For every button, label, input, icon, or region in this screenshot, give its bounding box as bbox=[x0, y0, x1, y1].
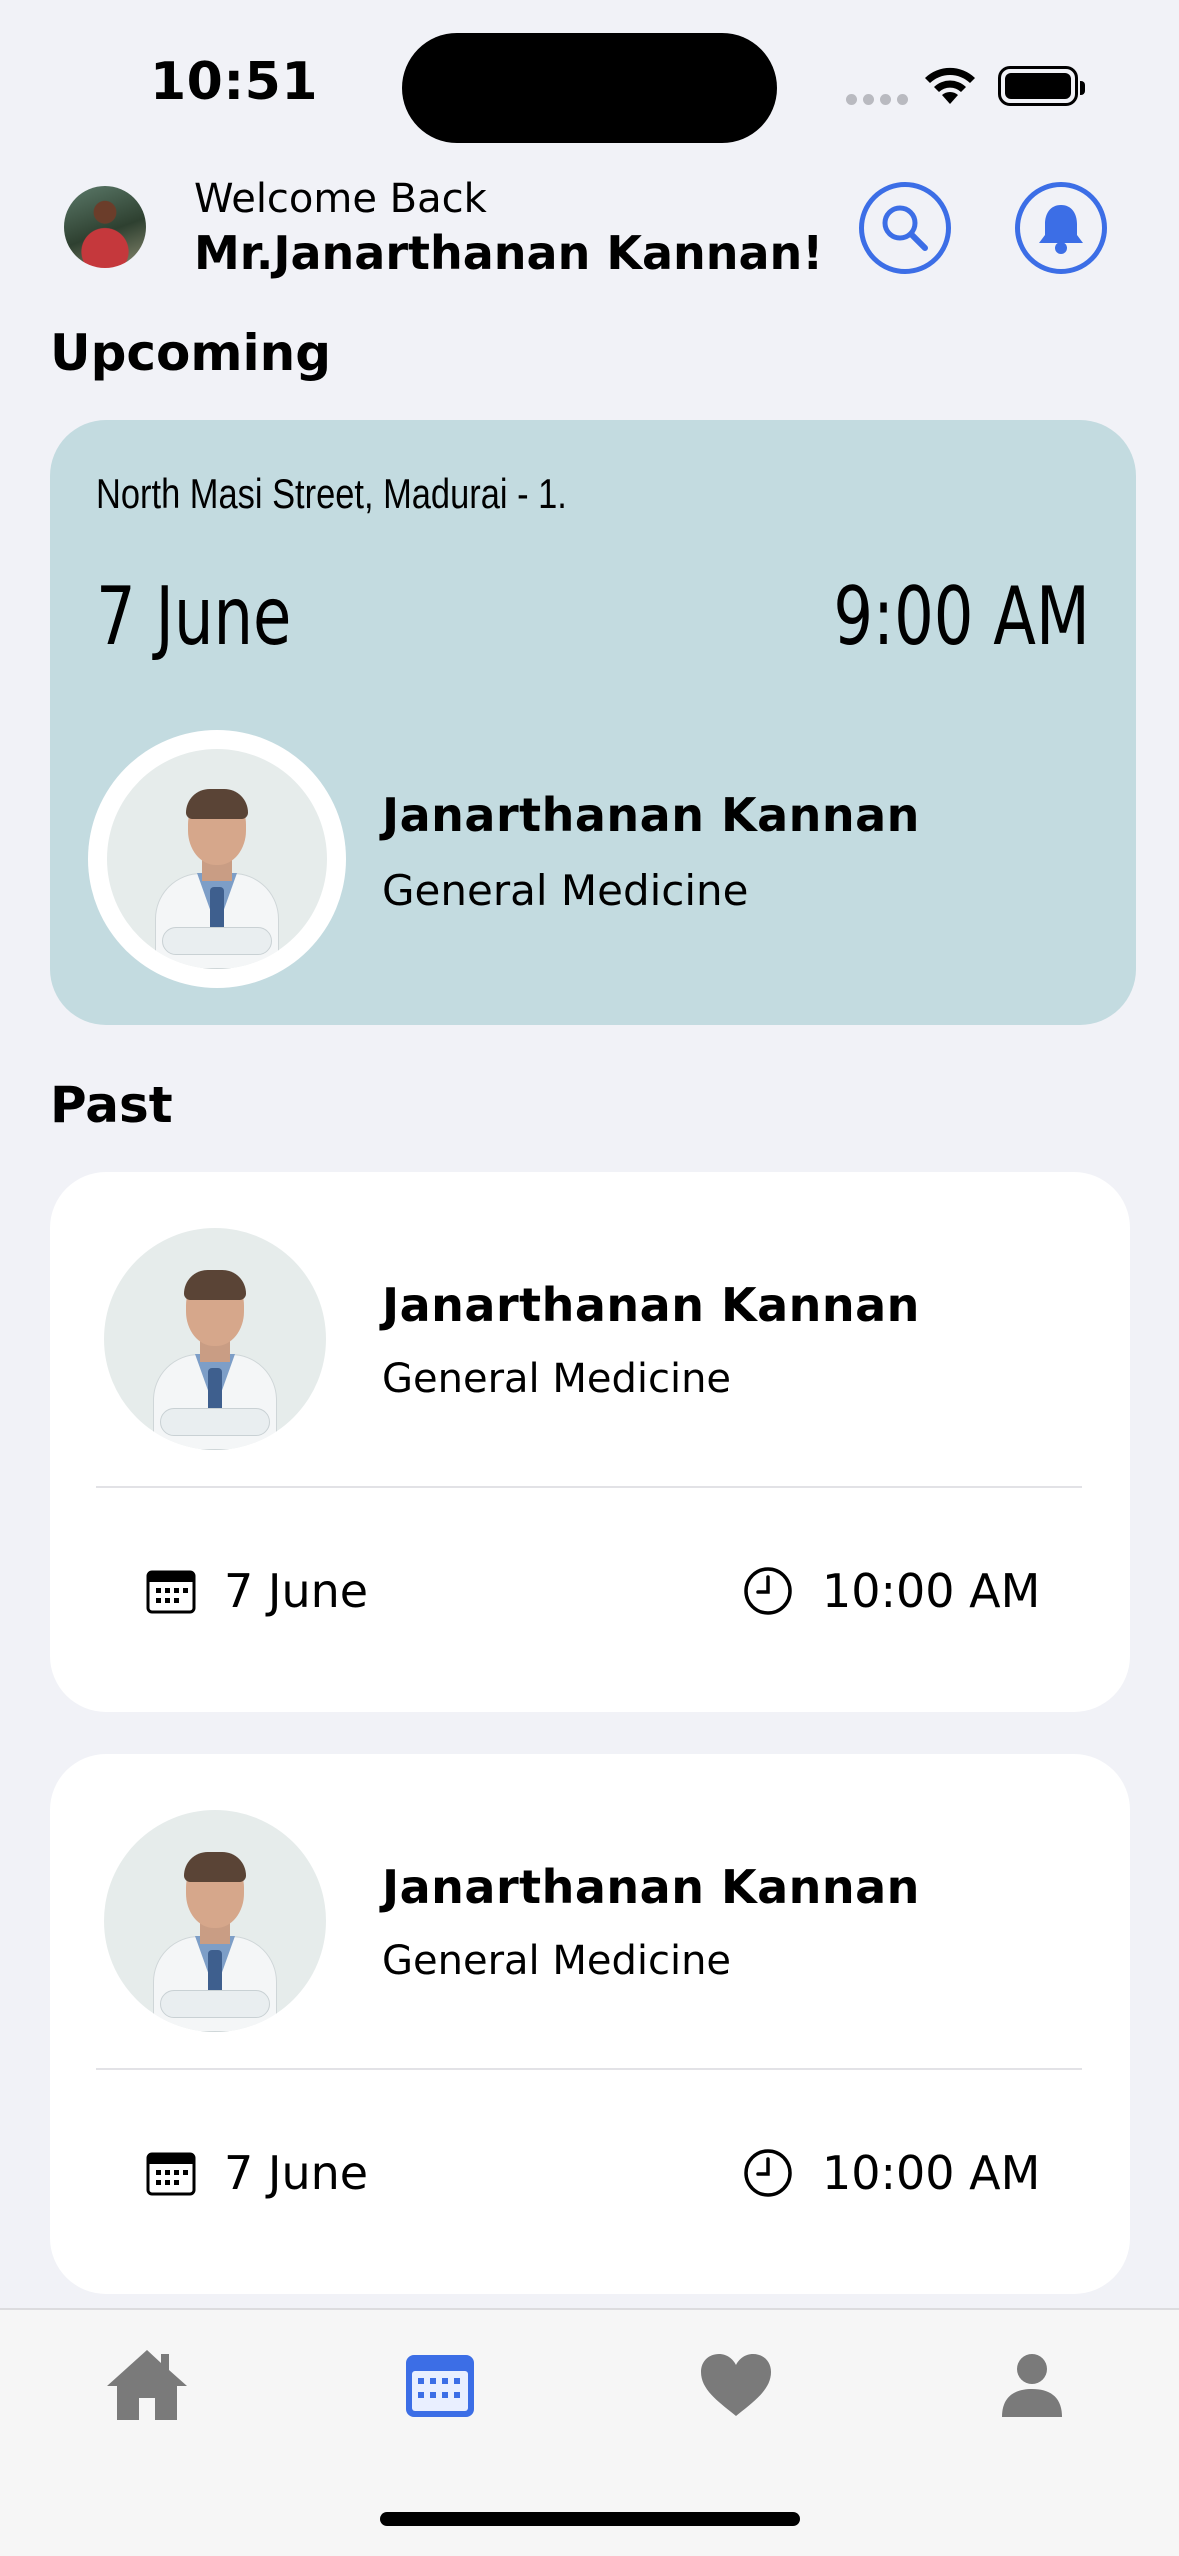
doctor-name: Janarthanan Kannan bbox=[382, 1278, 920, 1332]
dynamic-island bbox=[402, 33, 777, 143]
wifi-icon bbox=[925, 67, 975, 104]
welcome-label: Welcome Back bbox=[194, 176, 487, 222]
appointments-screen: 10:51 Welcome Back Mr.Janarthanan Kannan… bbox=[0, 0, 1179, 2556]
doctor-name: Janarthanan Kannan bbox=[382, 788, 920, 842]
past-appointment-card[interactable]: Janarthanan Kannan General Medicine 7 Ju… bbox=[50, 1172, 1130, 1712]
appointment-date-row: 7 June bbox=[146, 1564, 368, 1618]
divider bbox=[96, 1486, 1082, 1488]
user-avatar[interactable] bbox=[64, 186, 146, 268]
battery-icon bbox=[998, 66, 1085, 106]
profile-icon bbox=[1002, 2354, 1062, 2417]
tab-home[interactable] bbox=[92, 2330, 202, 2440]
calendar-icon bbox=[406, 2355, 474, 2417]
doctor-specialty: General Medicine bbox=[382, 1356, 732, 1402]
appointment-time: 10:00 AM bbox=[822, 1564, 1041, 1618]
appointment-date: 7 June bbox=[96, 570, 292, 663]
appointment-date: 7 June bbox=[224, 1564, 369, 1618]
notifications-button[interactable] bbox=[1015, 182, 1107, 274]
tab-favorites[interactable] bbox=[681, 2330, 791, 2440]
calendar-icon bbox=[146, 2152, 196, 2196]
search-icon bbox=[882, 205, 928, 251]
past-appointment-card[interactable]: Janarthanan Kannan General Medicine 7 Ju… bbox=[50, 1754, 1130, 2294]
home-indicator bbox=[380, 2512, 800, 2526]
appointment-address: North Masi Street, Madurai - 1. bbox=[96, 470, 567, 517]
cellular-signal-icon bbox=[846, 94, 908, 105]
doctor-photo bbox=[88, 730, 346, 988]
calendar-icon bbox=[146, 1570, 196, 1614]
appointment-time-row: 10:00 AM bbox=[742, 1564, 1040, 1618]
clock-icon bbox=[744, 2149, 792, 2197]
bell-icon bbox=[1039, 205, 1083, 254]
doctor-specialty: General Medicine bbox=[382, 866, 749, 915]
divider bbox=[96, 2068, 1082, 2070]
upcoming-title: Upcoming bbox=[50, 324, 332, 382]
appointment-date: 7 June bbox=[224, 2146, 369, 2200]
home-icon bbox=[107, 2350, 187, 2420]
past-title: Past bbox=[50, 1076, 173, 1134]
tab-appointments[interactable] bbox=[385, 2330, 495, 2440]
appointment-date-row: 7 June bbox=[146, 2146, 368, 2200]
appointment-time: 10:00 AM bbox=[822, 2146, 1041, 2200]
doctor-photo bbox=[104, 1810, 326, 2032]
doctor-name: Janarthanan Kannan bbox=[382, 1860, 920, 1914]
appointment-time-row: 10:00 AM bbox=[742, 2146, 1040, 2200]
clock-icon bbox=[744, 1567, 792, 1615]
status-time: 10:51 bbox=[150, 52, 319, 112]
heart-icon bbox=[701, 2354, 771, 2416]
doctor-specialty: General Medicine bbox=[382, 1938, 732, 1984]
search-button[interactable] bbox=[859, 182, 951, 274]
doctor-photo bbox=[104, 1228, 326, 1450]
user-name: Mr.Janarthanan Kannan! bbox=[194, 226, 824, 280]
appointment-time: 9:00 AM bbox=[833, 570, 1090, 663]
tab-profile[interactable] bbox=[977, 2330, 1087, 2440]
upcoming-appointment-card[interactable]: North Masi Street, Madurai - 1. 7 June 9… bbox=[50, 420, 1136, 1025]
